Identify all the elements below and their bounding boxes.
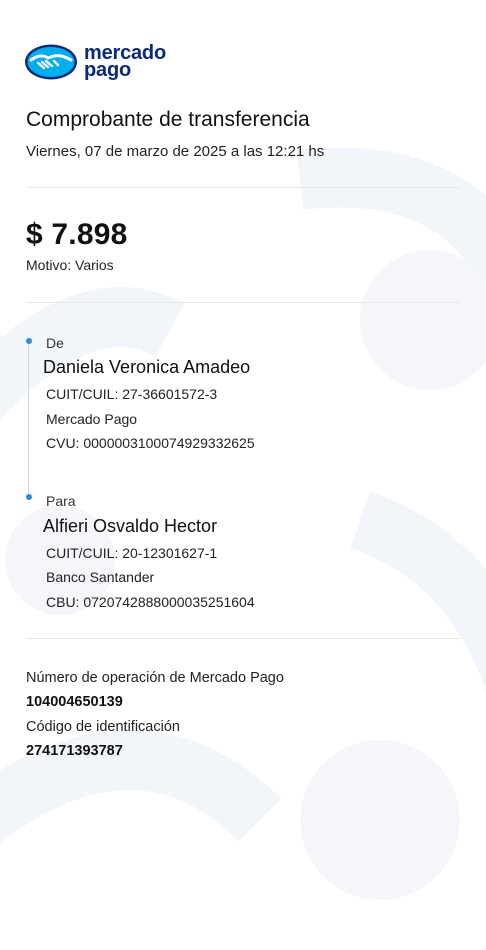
recipient-name: Alfieri Osvaldo Hector xyxy=(43,516,218,536)
recipient-tax-id: CUIT/CUIL: 20-12301627-1 xyxy=(46,545,218,561)
divider xyxy=(26,302,460,303)
transfer-amount: $ 7.898 xyxy=(26,218,128,251)
recipient-bank: Banco Santander xyxy=(46,569,155,585)
page-title: Comprobante de transferencia xyxy=(26,108,310,131)
operation-number-label: Número de operación de Mercado Pago xyxy=(26,670,284,686)
timeline-line xyxy=(28,344,29,494)
timeline-dot-icon xyxy=(25,494,32,500)
operation-number-value: 104004650139 xyxy=(26,694,123,710)
mercado-pago-logo: mercado pago xyxy=(24,42,166,82)
identification-code-value: 274171393787 xyxy=(26,743,123,759)
identification-code-label: Código de identificación xyxy=(26,719,180,735)
transfer-date: Viernes, 07 de marzo de 2025 a las 12:21… xyxy=(26,143,325,160)
logo-text-pago: pago xyxy=(84,59,131,81)
sender-name: Daniela Veronica Amadeo xyxy=(43,357,251,377)
recipient-label: Para xyxy=(46,493,76,509)
sender-tax-id: CUIT/CUIL: 27-36601572-3 xyxy=(46,386,218,402)
sender-label: De xyxy=(46,335,64,351)
divider xyxy=(26,187,460,188)
timeline-dot-icon xyxy=(25,338,32,344)
handshake-logo-icon xyxy=(25,44,77,80)
sender-bank: Mercado Pago xyxy=(46,411,138,427)
sender-account: CVU: 0000003100074929332625 xyxy=(46,435,255,451)
recipient-account: CBU: 0720742888000035251604 xyxy=(46,594,255,610)
transfer-reason: Motivo: Varios xyxy=(26,257,114,273)
divider xyxy=(26,638,460,639)
